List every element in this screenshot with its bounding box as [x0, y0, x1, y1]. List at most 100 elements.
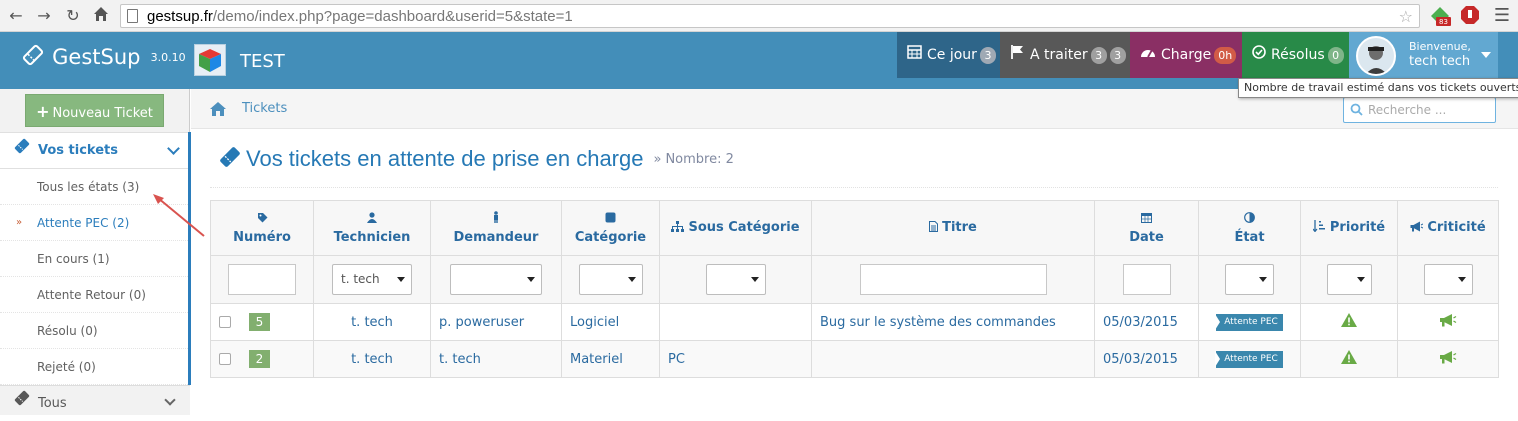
- caret-down-icon: [1457, 277, 1466, 282]
- filter-title-input[interactable]: [859, 264, 1047, 295]
- caret-down-icon: [1481, 52, 1491, 58]
- cell-technician[interactable]: t. tech: [313, 340, 431, 378]
- charge-tooltip: Nombre de travail estimé dans vos ticket…: [1238, 78, 1518, 98]
- calendar-icon: [907, 32, 922, 78]
- table-row[interactable]: 5 t. tech p. poweruser Logiciel Bug sur …: [210, 303, 1499, 341]
- row-checkbox[interactable]: [219, 316, 231, 328]
- chevron-down-icon: [164, 394, 176, 406]
- row-checkbox[interactable]: [219, 353, 231, 365]
- column-header-subcategory[interactable]: Sous Catégorie: [659, 200, 812, 256]
- ticket-icon: [218, 145, 242, 173]
- adblock-icon[interactable]: [1460, 5, 1480, 25]
- bookmark-star-icon[interactable]: ☆: [1399, 7, 1413, 26]
- sidebar-item-resolved[interactable]: Résolu (0): [0, 313, 188, 349]
- search-icon: [1350, 103, 1363, 120]
- cell-category[interactable]: Materiel: [561, 340, 660, 378]
- ticket-number-badge[interactable]: 5: [249, 313, 270, 331]
- tab-solved[interactable]: Résolus 0: [1242, 32, 1349, 78]
- cell-date[interactable]: 05/03/2015: [1094, 303, 1199, 341]
- column-header-number[interactable]: Numéro: [210, 200, 314, 256]
- filter-cell-title: [811, 255, 1095, 304]
- search-input[interactable]: [1368, 100, 1492, 120]
- column-header-priority[interactable]: Priorité: [1300, 200, 1398, 256]
- cell-requester[interactable]: t. tech: [430, 340, 562, 378]
- column-header-category[interactable]: Catégorie: [561, 200, 660, 256]
- company-name: TEST: [240, 51, 285, 72]
- cell-subcategory[interactable]: [659, 303, 812, 341]
- filter-cell-category: [561, 255, 660, 304]
- filter-state-select[interactable]: [1225, 264, 1274, 295]
- filter-subcategory-select[interactable]: [705, 264, 766, 295]
- address-bar[interactable]: gestsup.fr/demo/index.php?page=dashboard…: [120, 4, 1420, 28]
- cell-title[interactable]: [811, 340, 1095, 378]
- sidebar-section-my-tickets[interactable]: Vos tickets: [0, 132, 190, 169]
- company-logo-icon: [194, 44, 226, 76]
- brand-name: GestSup: [52, 45, 141, 69]
- sidebar-item-waiting-return[interactable]: Attente Retour (0): [0, 277, 188, 313]
- sidebar: + Nouveau Ticket Vos tickets Tous les éta…: [0, 89, 191, 415]
- filter-cell-criticality: [1397, 255, 1499, 304]
- home-browser-icon[interactable]: [91, 6, 111, 26]
- cell-state[interactable]: Attente PEC: [1198, 303, 1301, 341]
- cell-criticality[interactable]: [1397, 303, 1499, 341]
- tab-load[interactable]: Charge 0h: [1130, 32, 1242, 78]
- filter-number-input[interactable]: [228, 264, 296, 295]
- tab-todo-label: A traiter: [1030, 47, 1088, 63]
- tab-load-badge: 0h: [1214, 46, 1237, 64]
- cell-priority[interactable]: [1300, 340, 1398, 378]
- person-icon: [432, 211, 561, 227]
- column-header-title[interactable]: Titre: [811, 200, 1095, 256]
- tab-today[interactable]: Ce jour 3: [897, 32, 1000, 78]
- state-label: Attente PEC: [1215, 351, 1283, 368]
- sidebar-item-in-progress[interactable]: En cours (1): [0, 241, 188, 277]
- cell-technician[interactable]: t. tech: [313, 303, 431, 341]
- filter-date-input[interactable]: [1122, 264, 1171, 295]
- sidebar-section-all[interactable]: Tous: [0, 385, 190, 415]
- tab-solved-badge: 0: [1327, 46, 1344, 64]
- cell-category[interactable]: Logiciel: [561, 303, 660, 341]
- back-icon[interactable]: ←: [6, 6, 26, 26]
- filter-priority-select[interactable]: [1326, 264, 1372, 295]
- tab-todo[interactable]: A traiter 3 3: [1000, 32, 1130, 78]
- column-header-state[interactable]: État: [1198, 200, 1301, 256]
- cell-title[interactable]: Bug sur le système des commandes: [811, 303, 1095, 341]
- column-header-criticality[interactable]: Criticité: [1397, 200, 1499, 256]
- check-circle-icon: [1252, 32, 1266, 78]
- filter-category-select[interactable]: [578, 264, 643, 295]
- column-header-requester[interactable]: Demandeur: [430, 200, 562, 256]
- sidebar-item-rejected[interactable]: Rejeté (0): [0, 349, 188, 385]
- ticket-logo-icon: [22, 44, 44, 70]
- extension-icon[interactable]: 83: [1429, 5, 1451, 26]
- cell-priority[interactable]: [1300, 303, 1398, 341]
- user-menu[interactable]: Bienvenue, tech tech: [1349, 32, 1498, 78]
- cell-date[interactable]: 05/03/2015: [1094, 340, 1199, 378]
- new-ticket-button[interactable]: + Nouveau Ticket: [25, 94, 164, 127]
- filter-requester-select[interactable]: [450, 264, 542, 295]
- flag-icon: [1010, 32, 1025, 78]
- filter-technician-select[interactable]: t. tech: [332, 264, 412, 295]
- cell-criticality[interactable]: [1397, 340, 1499, 378]
- search-box[interactable]: [1343, 97, 1496, 123]
- cell-requester[interactable]: p. poweruser: [430, 303, 562, 341]
- adjust-icon: [1200, 211, 1300, 227]
- table-row[interactable]: 2 t. tech t. tech Materiel PC 05/03/2015…: [210, 340, 1499, 378]
- ticket-count: Nombre: 2: [665, 151, 734, 167]
- menu-icon[interactable]: ☰: [1492, 6, 1512, 26]
- active-indicator: [188, 132, 191, 385]
- bullhorn-icon: [1439, 314, 1457, 331]
- column-header-technician[interactable]: Technicien: [313, 200, 431, 256]
- column-header-date[interactable]: Date: [1094, 200, 1199, 256]
- cell-state[interactable]: Attente PEC: [1198, 340, 1301, 378]
- home-icon[interactable]: [209, 101, 227, 121]
- filter-cell-technician: t. tech: [313, 255, 431, 304]
- reload-icon[interactable]: ↻: [63, 6, 83, 26]
- tab-todo-badge-2: 3: [1109, 46, 1126, 64]
- brand[interactable]: GestSup 3.0.10: [22, 44, 186, 70]
- extension-badge: 83: [1439, 18, 1448, 26]
- filter-criticality-select[interactable]: [1423, 264, 1473, 295]
- forward-icon[interactable]: →: [34, 6, 54, 26]
- tab-solved-label: Résolus: [1271, 47, 1325, 63]
- ticket-number-badge[interactable]: 2: [249, 350, 270, 368]
- breadcrumb-tickets-link[interactable]: Tickets: [242, 101, 287, 116]
- cell-subcategory[interactable]: PC: [659, 340, 812, 378]
